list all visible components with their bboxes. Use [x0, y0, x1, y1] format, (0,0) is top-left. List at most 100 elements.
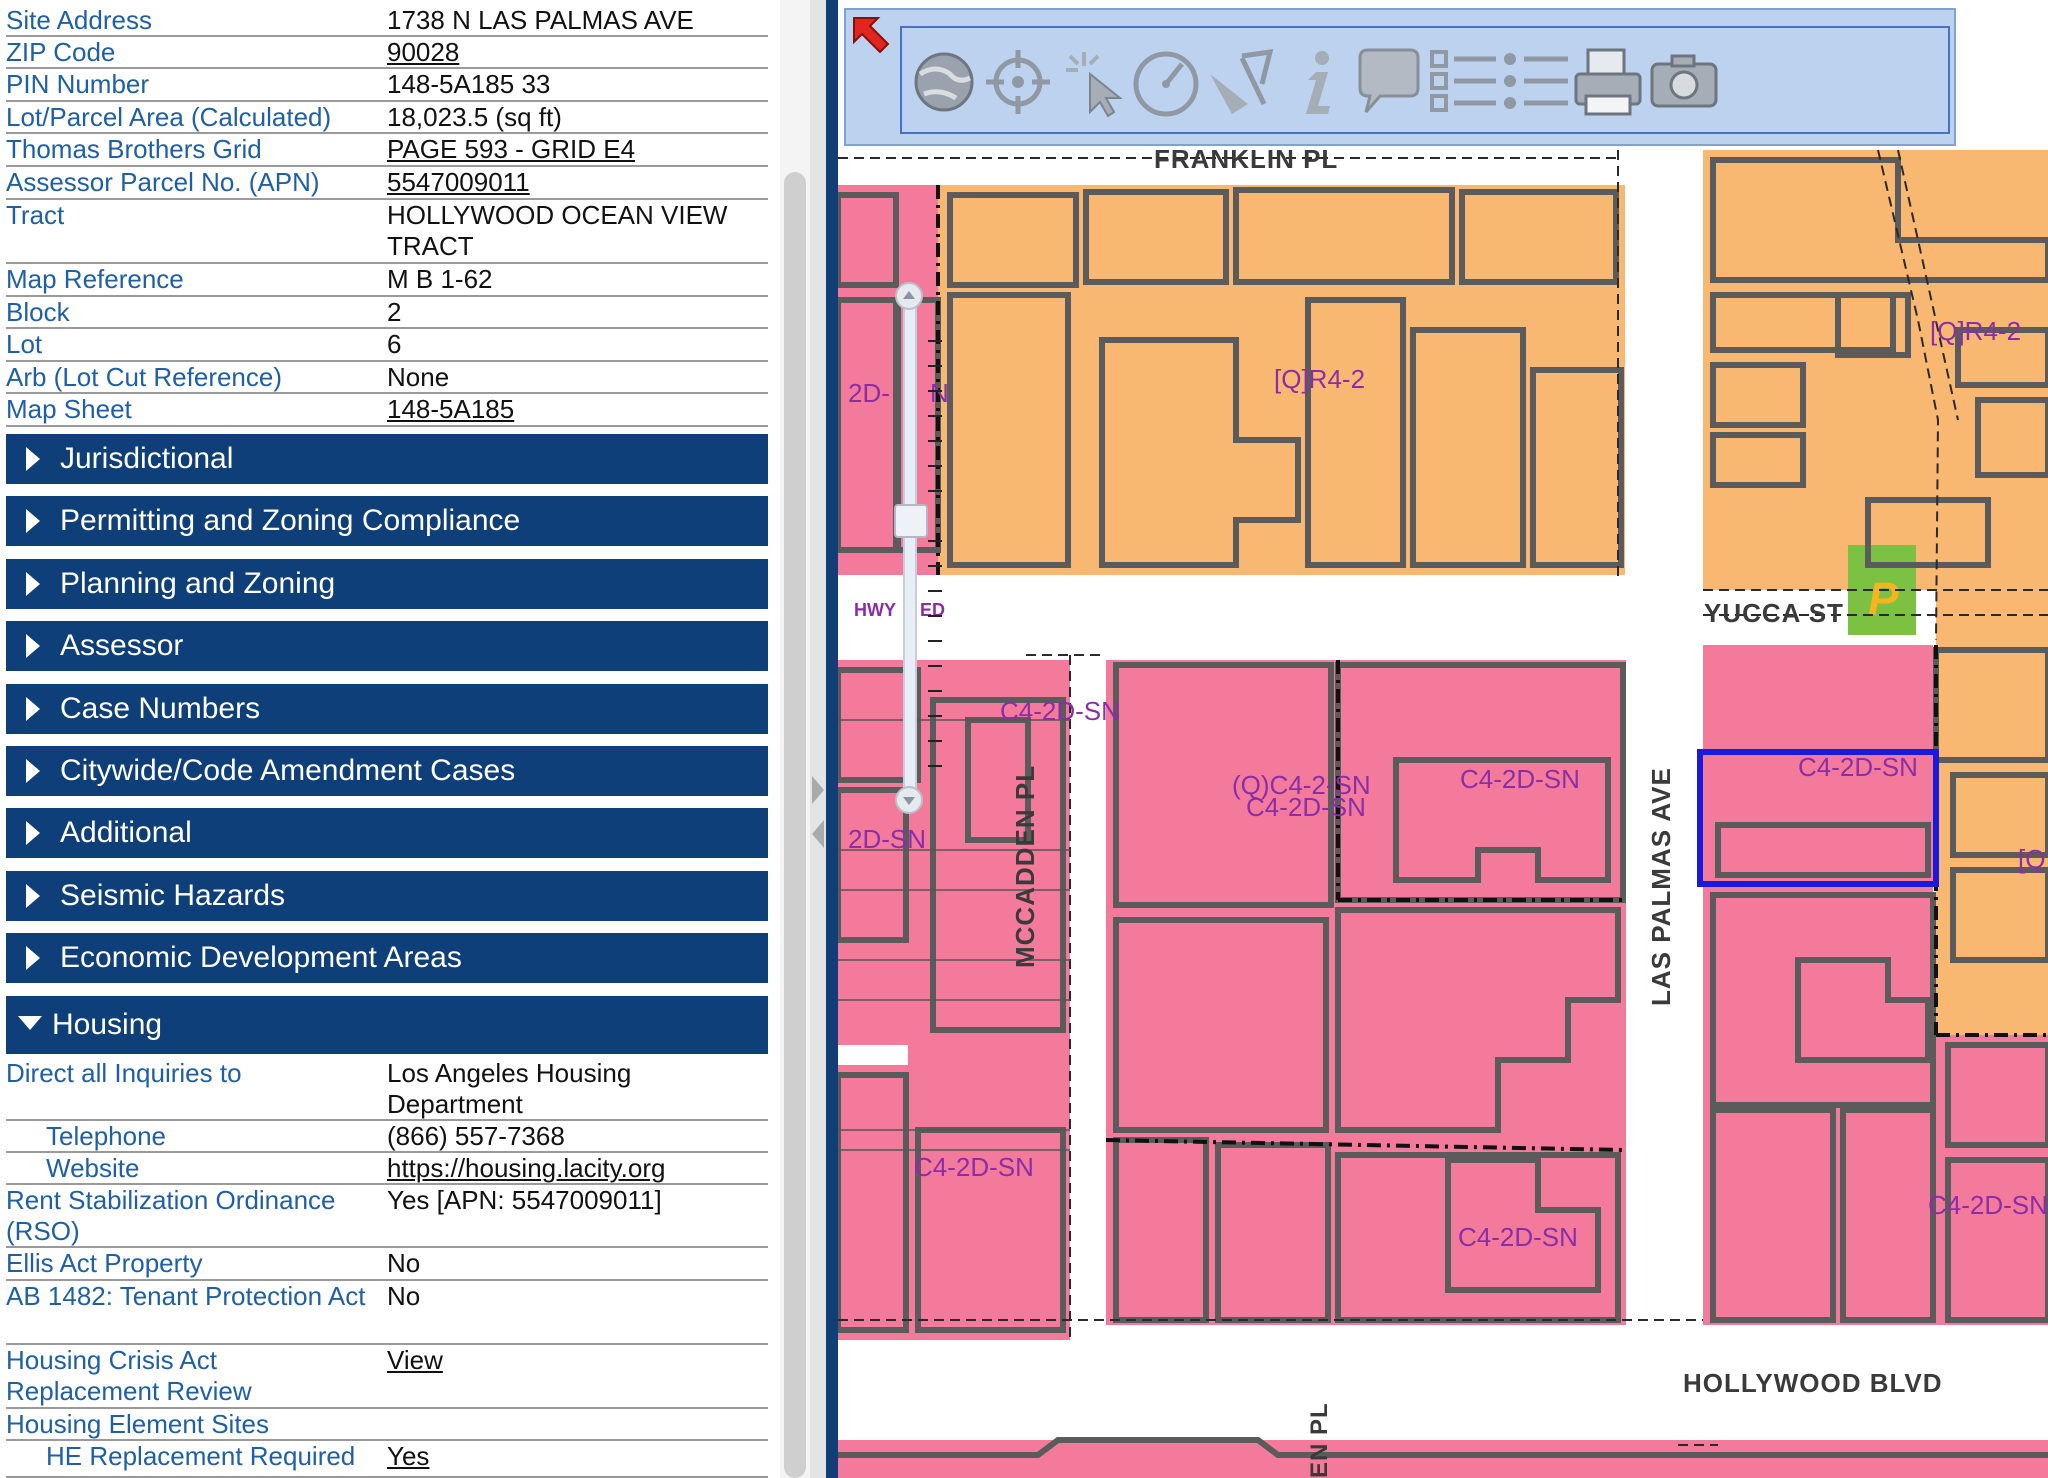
- zoom-out-icon[interactable]: [895, 786, 923, 814]
- caret-right-icon: [26, 821, 40, 845]
- info-row-label: Map Sheet: [6, 394, 132, 424]
- comment-icon[interactable]: [1346, 36, 1430, 128]
- zoning-map[interactable]: P FRANKLIN PL YUCCA ST HOLLYWOOD BLVD MC…: [838, 0, 2048, 1478]
- housing-row-label: Housing Element Sites: [6, 1409, 270, 1439]
- info-row-value: HOLLYWOOD OCEAN VIEW TRACT: [387, 200, 728, 261]
- pane-splitter[interactable]: [810, 0, 826, 1478]
- toolbar-buttons: [900, 26, 1950, 134]
- block-commercial-4: [1703, 645, 1933, 1325]
- section-label: Seismic Hazards: [60, 879, 286, 912]
- housing-row-link[interactable]: View: [387, 1345, 767, 1376]
- info-row: Map Sheet 148-5A185: [6, 394, 768, 427]
- map-parcels: P: [838, 149, 2048, 1478]
- housing-row-link[interactable]: https://housing.lacity.org: [387, 1153, 767, 1184]
- section-label: Permitting and Zoning Compliance: [60, 504, 521, 537]
- caret-right-icon: [26, 759, 40, 783]
- section-housing[interactable]: Housing: [6, 996, 768, 1054]
- zone-label: C4-2D-SN: [1928, 1190, 2048, 1220]
- block-commercial-6: [838, 1440, 2048, 1478]
- info-row-link[interactable]: 90028: [387, 37, 767, 68]
- info-row-label: Map Reference: [6, 264, 184, 294]
- caret-right-icon: [26, 697, 40, 721]
- info-row-link[interactable]: PAGE 593 - GRID E4: [387, 134, 767, 165]
- section-label: Additional: [60, 816, 192, 849]
- section-additional[interactable]: Additional: [6, 808, 768, 858]
- zoom-slider-track[interactable]: [903, 296, 917, 796]
- housing-row-value: Yes [APN: 5547009011]: [387, 1185, 662, 1215]
- section-seismic-hazards[interactable]: Seismic Hazards: [6, 871, 768, 921]
- housing-row-value: No: [387, 1281, 421, 1311]
- info-row-value: 18,023.5 (sq ft): [387, 102, 562, 132]
- collapse-left-icon[interactable]: [812, 820, 824, 848]
- info-row-link[interactable]: 5547009011: [387, 167, 767, 198]
- crosshair-icon[interactable]: [976, 36, 1060, 128]
- measure-icon[interactable]: [1124, 36, 1208, 128]
- info-row-value: None: [387, 362, 450, 392]
- zone-label: N: [930, 378, 949, 408]
- zoom-tick: [928, 565, 942, 567]
- zoom-slider-handle[interactable]: [894, 504, 928, 538]
- housing-row-label: Direct all Inquiries to: [6, 1058, 242, 1088]
- zoom-in-icon[interactable]: [895, 282, 923, 310]
- expand-right-icon[interactable]: [812, 776, 824, 804]
- zoom-tick: [928, 690, 942, 692]
- zone-label: C4-2D-SN: [1798, 752, 1918, 782]
- housing-row-value: (866) 557-7368: [387, 1121, 565, 1151]
- sliver-white: [838, 1045, 908, 1065]
- property-details-panel: Site Address 1738 N LAS PALMAS AVE ZIP Cod…: [0, 0, 800, 1478]
- info-row-label: Arb (Lot Cut Reference): [6, 362, 283, 392]
- info-row-label: Lot/Parcel Area (Calculated): [6, 102, 332, 132]
- drawing-icon[interactable]: [1198, 36, 1282, 128]
- caret-right-icon: [26, 509, 40, 533]
- info-row-link[interactable]: 148-5A185: [387, 394, 767, 425]
- housing-row: AB 1482: Tenant Protection Act No: [6, 1281, 768, 1345]
- zoom-tick: [928, 365, 942, 367]
- section-label: Case Numbers: [60, 692, 261, 725]
- section-label: Assessor: [60, 629, 184, 662]
- zoom-tick: [928, 665, 942, 667]
- zone-label: C4-2D-SN: [1246, 792, 1366, 822]
- section-label: Jurisdictional: [60, 442, 234, 475]
- info-row-label: Lot: [6, 329, 43, 359]
- section-citywide-code-amendment-cases[interactable]: Citywide/Code Amendment Cases: [6, 746, 768, 796]
- panel-scrollbar-thumb[interactable]: [784, 172, 806, 1478]
- zoom-tick: [928, 390, 942, 392]
- info-row-value: 148-5A185 33: [387, 69, 551, 99]
- section-assessor[interactable]: Assessor: [6, 621, 768, 671]
- section-economic-development-areas[interactable]: Economic Development Areas: [6, 933, 768, 983]
- street-label-ed: ED: [920, 600, 946, 620]
- globe-icon[interactable]: [902, 36, 986, 128]
- info-row-label: Assessor Parcel No. (APN): [6, 167, 320, 197]
- info-row: Arb (Lot Cut Reference) None: [6, 362, 768, 394]
- block-residential-1: [838, 185, 1625, 575]
- info-row-label: Thomas Brothers Grid: [6, 134, 262, 164]
- caret-down-icon: [18, 1016, 42, 1030]
- section-planning-and-zoning[interactable]: Planning and Zoning: [6, 559, 768, 609]
- section-case-numbers[interactable]: Case Numbers: [6, 684, 768, 734]
- info-row-label: Block: [6, 297, 70, 327]
- map-toolbar: [844, 8, 1956, 146]
- info-row: Lot 6: [6, 329, 768, 362]
- housing-row-label: Housing Crisis Act Replacement Review: [6, 1345, 252, 1406]
- print-icon[interactable]: [1566, 36, 1650, 128]
- zone-label: [Q: [2018, 844, 2046, 874]
- camera-icon[interactable]: [1642, 36, 1726, 128]
- zoom-tick: [928, 590, 942, 592]
- section-jurisdictional[interactable]: Jurisdictional: [6, 434, 768, 484]
- zone-label: [Q]R4-2: [1930, 316, 2022, 346]
- info-row: Site Address 1738 N LAS PALMAS AVE: [6, 5, 768, 37]
- zoom-tick: [928, 765, 942, 767]
- zoom-tick: [928, 615, 942, 617]
- caret-right-icon: [26, 884, 40, 908]
- housing-row-link[interactable]: Yes: [387, 1441, 767, 1472]
- info-row: Thomas Brothers Grid PAGE 593 - GRID E4: [6, 134, 768, 167]
- zoom-tick: [928, 540, 942, 542]
- housing-row: Ellis Act Property No: [6, 1248, 768, 1281]
- parking-icon: P: [1868, 573, 1899, 625]
- street-label-hollywood: HOLLYWOOD BLVD: [1683, 1368, 1943, 1398]
- street-label-mccadden: MCCADDEN PL: [1010, 764, 1040, 968]
- section-permitting-and-zoning-compliance[interactable]: Permitting and Zoning Compliance: [6, 496, 768, 546]
- section-label: Planning and Zoning: [60, 567, 336, 600]
- back-arrow-icon[interactable]: [848, 12, 894, 58]
- info-row: ZIP Code 90028: [6, 37, 768, 69]
